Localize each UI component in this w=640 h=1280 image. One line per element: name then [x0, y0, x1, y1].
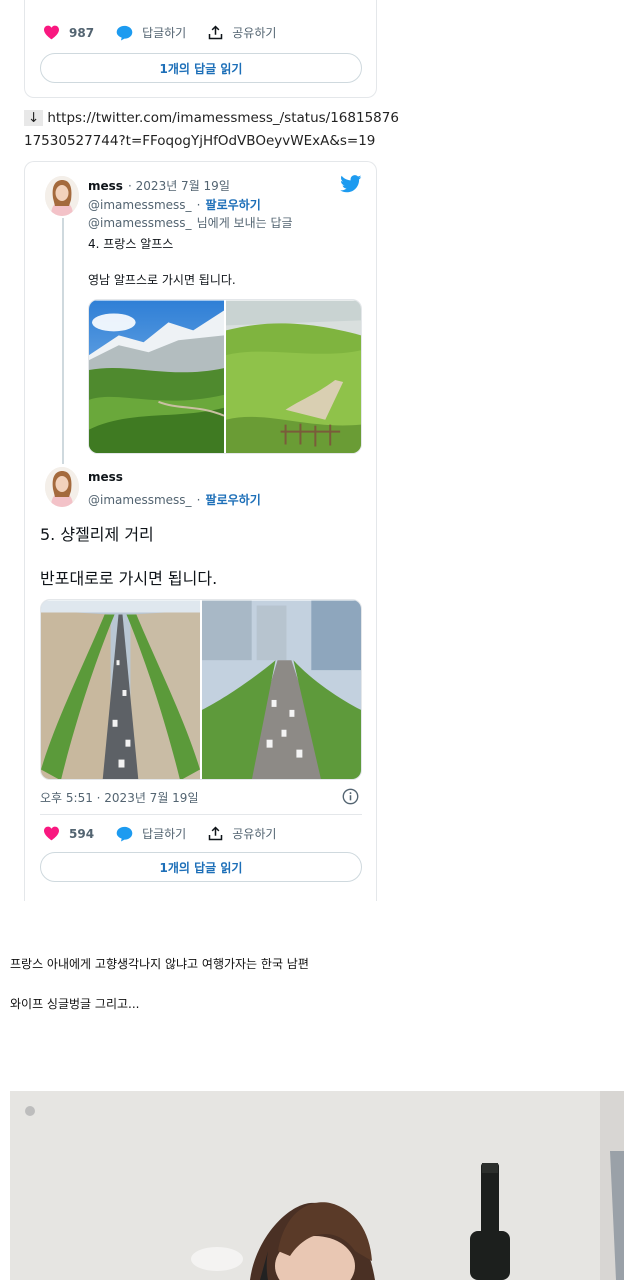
share-button[interactable]: 공유하기 — [208, 24, 276, 41]
like-count: 594 — [69, 826, 95, 841]
tweet-header: mess · 2023년 7월 19일 — [88, 175, 230, 194]
read-replies-button[interactable]: 1개의 답글 읽기 — [40, 53, 362, 83]
like-count: 987 — [69, 25, 95, 40]
handle-row: @imamessmess_ · 팔로우하기 — [88, 489, 261, 508]
handle-row: @imamessmess_ · 팔로우하기 — [88, 194, 261, 213]
yeongnam-alps-photo-image[interactable] — [225, 300, 361, 454]
avatar[interactable] — [45, 176, 79, 216]
link-line-1: https://twitter.com/imamessmess_/status/… — [47, 110, 399, 126]
share-label: 공유하기 — [232, 827, 277, 841]
tweet-thread-card: mess · 2023년 7월 19일 @imamessmess_ · 팔로우하… — [24, 161, 377, 901]
link-line-2: 17530527744?t=FFoqogYjHfOdVBOeyvWExA&s=1… — [24, 133, 376, 149]
tweet-text-line1: 4. 프랑스 알프스 — [88, 237, 174, 251]
tweet-actions: 594 답글하기 공유하기 — [43, 825, 298, 842]
replying-to: @imamessmess_ 님에게 보내는 답글 — [88, 212, 293, 231]
share-button[interactable]: 공유하기 — [208, 825, 276, 842]
reply-label: 답글하기 — [142, 26, 187, 40]
tweet-timestamp[interactable]: 오후 5:51 · 2023년 7월 19일 — [40, 789, 198, 806]
banpo-daero-photo-image[interactable] — [201, 600, 361, 780]
down-arrow-icon: ↓ — [24, 110, 44, 126]
author-handle: @imamessmess_ — [88, 493, 192, 507]
read-replies-button[interactable]: 1개의 답글 읽기 — [40, 852, 362, 882]
tweet-media-streets[interactable] — [40, 599, 362, 780]
twitter-bird-icon[interactable] — [340, 175, 362, 193]
champs-elysees-photo-image[interactable] — [41, 600, 200, 780]
share-label: 공유하기 — [232, 26, 277, 40]
like-button[interactable]: 594 — [43, 826, 94, 841]
replying-handle[interactable]: @imamessmess_ — [88, 216, 192, 230]
reply-button[interactable]: 답글하기 — [116, 825, 186, 842]
reply-bubble-icon — [116, 25, 133, 40]
tweet-media-alps[interactable] — [88, 299, 362, 454]
like-button[interactable]: 987 — [43, 25, 94, 40]
tweet-card-top: 오후 0:00 · 2023년 7월 19일 987 답글하기 공유하기 1개의… — [24, 0, 377, 98]
alps-photo-image[interactable] — [89, 300, 224, 454]
thread-line — [62, 218, 64, 464]
tweet-actions: 987 답글하기 공유하기 — [43, 24, 298, 41]
author-handle: @imamessmess_ — [88, 198, 192, 212]
heart-icon — [44, 25, 59, 40]
dot-separator: · — [196, 493, 201, 507]
tweet-text-line1: 5. 샹젤리제 거리 — [40, 525, 154, 544]
dot-separator: · — [196, 198, 201, 212]
info-icon[interactable] — [342, 788, 359, 805]
post-text-line1: 프랑스 아내에게 고향생각나지 않냐고 여행가자는 한국 남편 — [10, 957, 309, 971]
share-icon — [208, 25, 223, 40]
reply-bubble-icon — [116, 826, 133, 841]
tweet-link[interactable]: ↓ https://twitter.com/imamessmess_/status… — [24, 110, 399, 126]
divider — [40, 814, 362, 815]
author-name[interactable]: mess — [88, 179, 123, 193]
post-photo — [10, 1091, 624, 1280]
replying-suffix: 님에게 보내는 답글 — [196, 216, 293, 230]
reply-button[interactable]: 답글하기 — [116, 24, 186, 41]
tweet-text-line2: 영남 알프스로 가시면 됩니다. — [88, 273, 236, 287]
avatar[interactable] — [45, 467, 79, 507]
follow-button[interactable]: 팔로우하기 — [206, 198, 261, 212]
author-name[interactable]: mess — [88, 470, 123, 484]
follow-button[interactable]: 팔로우하기 — [206, 493, 261, 507]
heart-icon — [44, 826, 59, 841]
post-text-line2: 와이프 싱글벙글 그리고... — [10, 997, 140, 1011]
tweet-text-line2: 반포대로로 가시면 됩니다. — [40, 569, 218, 588]
reply-label: 답글하기 — [142, 827, 187, 841]
woman-with-wine-photo-image — [10, 1091, 624, 1280]
tweet-link-cont[interactable]: 17530527744?t=FFoqogYjHfOdVBOeyvWExA&s=1… — [24, 133, 375, 149]
share-icon — [208, 826, 223, 841]
tweet-date: · 2023년 7월 19일 — [128, 179, 230, 193]
